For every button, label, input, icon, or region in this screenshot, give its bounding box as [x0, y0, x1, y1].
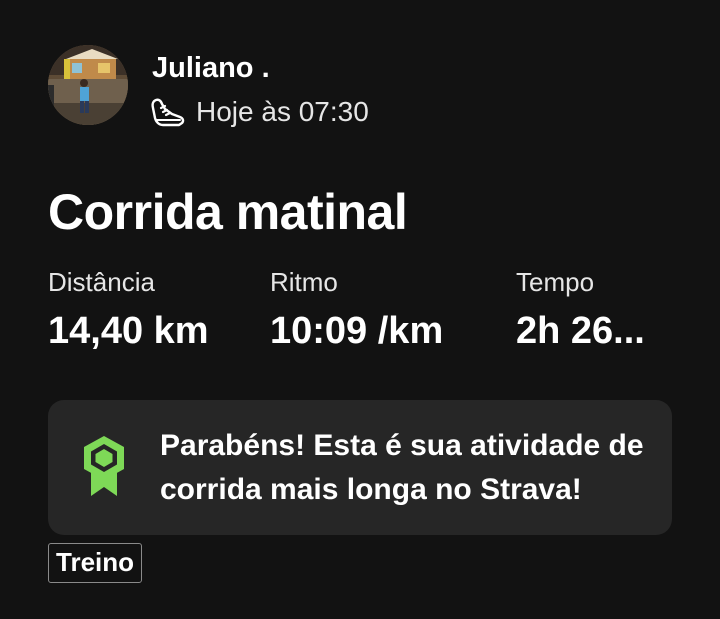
achievement-badge-icon	[81, 434, 127, 500]
stat-distance: Distância 14,40 km	[48, 266, 209, 354]
stat-pace: Ritmo 10:09 /km	[270, 266, 443, 354]
athlete-avatar[interactable]	[48, 45, 128, 125]
workout-type-tag: Treino	[48, 543, 143, 583]
activity-timestamp: Hoje às 07:30	[196, 96, 369, 127]
athlete-name[interactable]: Juliano .	[152, 50, 270, 86]
athlete-photo	[48, 45, 128, 125]
stat-label: Tempo	[516, 267, 595, 297]
achievement-message: Parabéns! Esta é sua atividade de corrid…	[160, 429, 644, 506]
stat-label: Distância	[48, 267, 155, 297]
activity-title[interactable]: Corrida matinal	[48, 183, 408, 241]
activity-meta: Hoje às 07:30	[150, 94, 369, 130]
stat-value: 10:09 /km	[270, 310, 444, 352]
stat-value: 2h 26...	[516, 310, 645, 352]
stat-time: Tempo 2h 26...	[516, 266, 645, 354]
stat-value: 14,40 km	[48, 310, 209, 352]
running-shoe-icon	[150, 96, 186, 128]
stat-label: Ritmo	[270, 267, 338, 297]
achievement-card[interactable]: Parabéns! Esta é sua atividade de corrid…	[48, 400, 672, 535]
